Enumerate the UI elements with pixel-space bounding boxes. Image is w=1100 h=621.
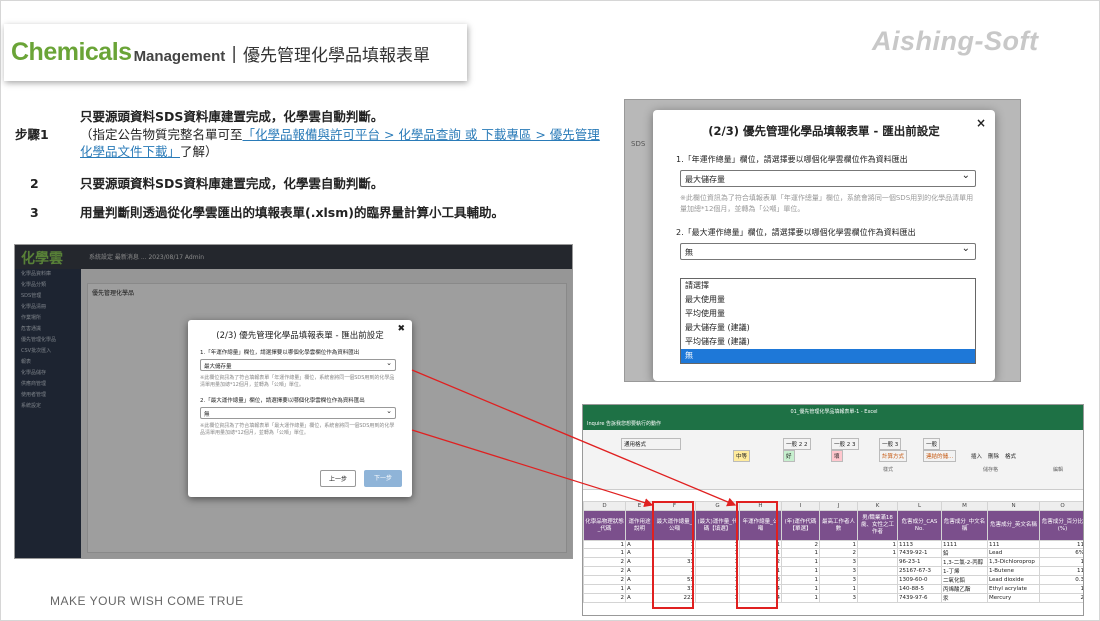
connector-arrows <box>411 369 737 508</box>
arrow-annual <box>411 369 737 507</box>
arrow-max <box>411 429 654 508</box>
slogan: MAKE YOUR WISH COME TRUE <box>50 594 244 608</box>
